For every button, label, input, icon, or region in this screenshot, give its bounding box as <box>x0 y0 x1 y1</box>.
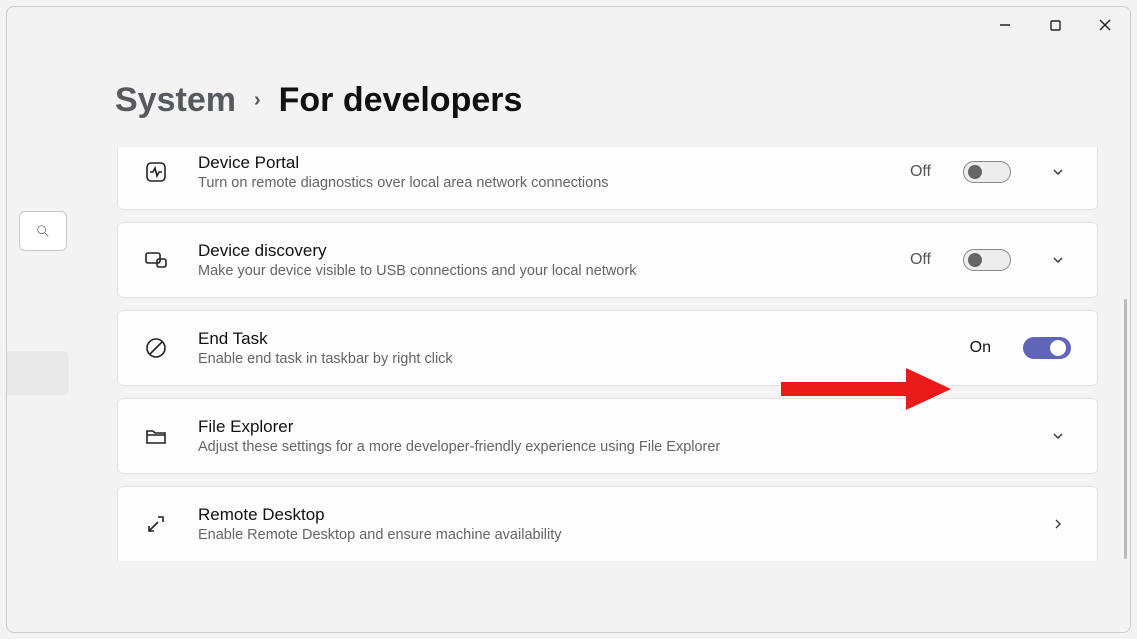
toggle-status-label: Off <box>910 251 931 269</box>
page-title: For developers <box>279 81 523 120</box>
search-button[interactable] <box>19 211 67 251</box>
navigate-button[interactable] <box>1045 516 1071 532</box>
breadcrumb-parent[interactable]: System <box>115 81 236 120</box>
devices-icon <box>142 248 170 272</box>
setting-subtitle: Enable end task in taskbar by right clic… <box>198 351 942 367</box>
settings-window: System › For developers Device Portal Tu… <box>6 6 1131 633</box>
chevron-down-icon <box>1050 428 1066 444</box>
setting-title: Device discovery <box>198 241 882 261</box>
end-task-toggle[interactable] <box>1023 337 1071 359</box>
expand-button[interactable] <box>1045 428 1071 444</box>
maximize-button[interactable] <box>1030 7 1080 43</box>
breadcrumb: System › For developers <box>115 81 522 120</box>
activity-icon <box>142 160 170 184</box>
setting-subtitle: Enable Remote Desktop and ensure machine… <box>198 527 1011 543</box>
settings-content: Device Portal Turn on remote diagnostics… <box>117 147 1098 632</box>
expand-button[interactable] <box>1045 252 1071 268</box>
setting-title: Device Portal <box>198 153 882 173</box>
setting-subtitle: Make your device visible to USB connecti… <box>198 263 882 279</box>
device-portal-toggle[interactable] <box>963 161 1011 183</box>
toggle-status-label: Off <box>910 163 931 181</box>
minimize-button[interactable] <box>980 7 1030 43</box>
chevron-right-icon <box>1050 516 1066 532</box>
setting-subtitle: Adjust these settings for a more develop… <box>198 439 1011 455</box>
setting-device-portal[interactable]: Device Portal Turn on remote diagnostics… <box>117 147 1098 210</box>
folder-icon <box>142 424 170 448</box>
sidebar-fragment <box>7 211 69 395</box>
setting-subtitle: Turn on remote diagnostics over local ar… <box>198 175 882 191</box>
chevron-right-icon: › <box>254 89 261 112</box>
setting-end-task[interactable]: End Task Enable end task in taskbar by r… <box>117 310 1098 386</box>
search-icon <box>35 223 51 239</box>
setting-file-explorer[interactable]: File Explorer Adjust these settings for … <box>117 398 1098 474</box>
close-button[interactable] <box>1080 7 1130 43</box>
remote-icon <box>142 512 170 536</box>
setting-remote-desktop[interactable]: Remote Desktop Enable Remote Desktop and… <box>117 486 1098 561</box>
chevron-down-icon <box>1050 252 1066 268</box>
setting-device-discovery[interactable]: Device discovery Make your device visibl… <box>117 222 1098 298</box>
block-icon <box>142 336 170 360</box>
chevron-down-icon <box>1050 164 1066 180</box>
sidebar-selected-item[interactable] <box>7 351 69 395</box>
setting-title: Remote Desktop <box>198 505 1011 525</box>
toggle-status-label: On <box>970 339 991 357</box>
expand-button[interactable] <box>1045 164 1071 180</box>
scrollbar[interactable] <box>1124 299 1127 559</box>
titlebar <box>980 7 1130 43</box>
device-discovery-toggle[interactable] <box>963 249 1011 271</box>
setting-title: File Explorer <box>198 417 1011 437</box>
setting-title: End Task <box>198 329 942 349</box>
